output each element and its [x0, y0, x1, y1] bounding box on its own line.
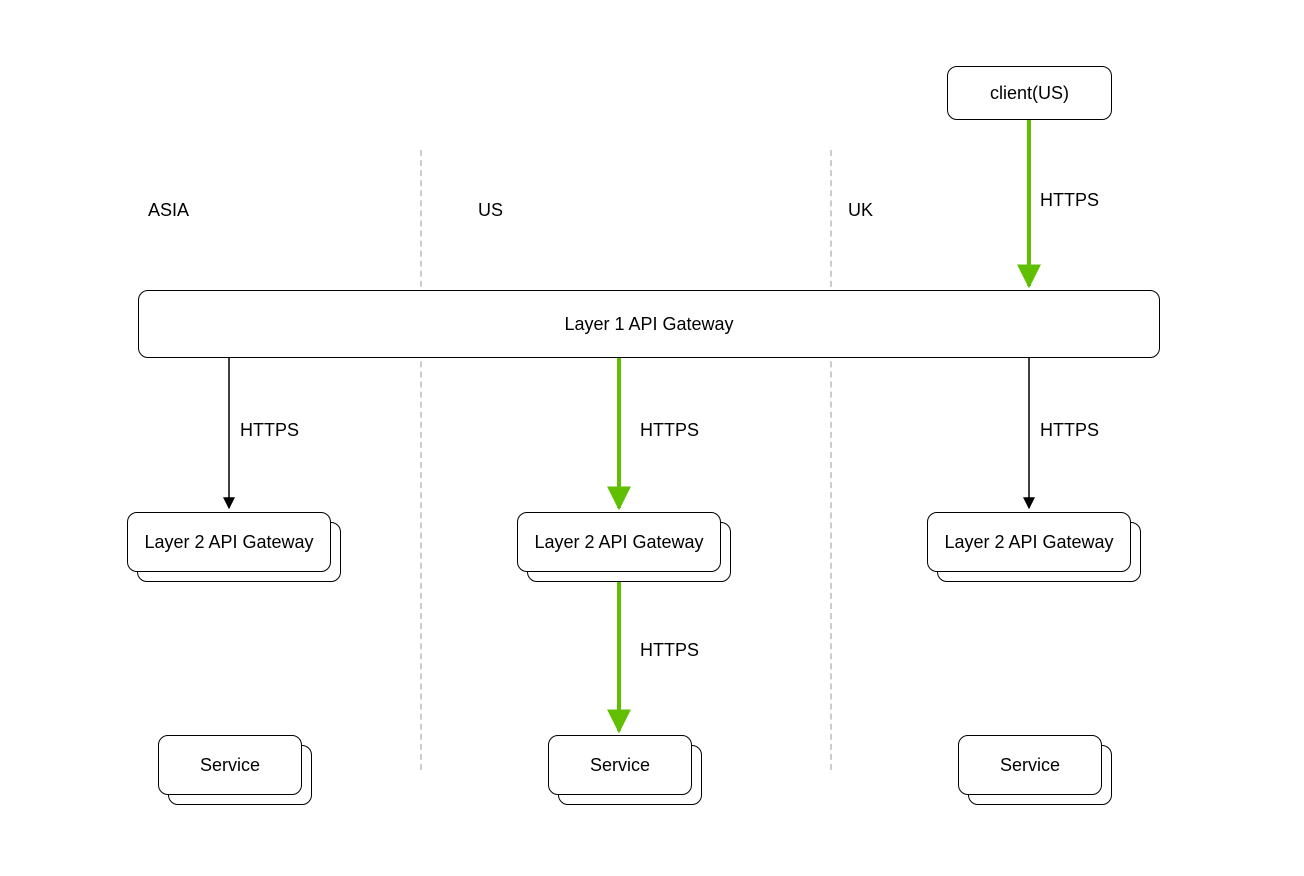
- node-layer2-uk-label: Layer 2 API Gateway: [944, 532, 1113, 553]
- diagram-canvas: ASIA US UK client(US) Layer 1 API Gatewa…: [0, 0, 1304, 876]
- node-service-asia: Service: [158, 735, 312, 805]
- node-layer2-us-label: Layer 2 API Gateway: [534, 532, 703, 553]
- node-layer2-us: Layer 2 API Gateway: [517, 512, 731, 582]
- node-client-label: client(US): [990, 83, 1069, 104]
- edge-label-l1-to-l2-asia: HTTPS: [240, 420, 299, 441]
- region-label-asia: ASIA: [148, 200, 189, 221]
- edge-label-l1-to-l2-us: HTTPS: [640, 420, 699, 441]
- node-layer1-label: Layer 1 API Gateway: [564, 314, 733, 335]
- node-layer2-uk: Layer 2 API Gateway: [927, 512, 1141, 582]
- node-service-uk-label: Service: [1000, 755, 1060, 776]
- node-service-uk: Service: [958, 735, 1112, 805]
- node-client: client(US): [947, 66, 1112, 120]
- divider-asia-us: [420, 150, 422, 770]
- node-service-us: Service: [548, 735, 702, 805]
- node-service-us-label: Service: [590, 755, 650, 776]
- region-label-us: US: [478, 200, 503, 221]
- node-layer2-asia-label: Layer 2 API Gateway: [144, 532, 313, 553]
- divider-us-uk: [830, 150, 832, 770]
- node-layer1-gateway: Layer 1 API Gateway: [138, 290, 1160, 358]
- edge-label-client-to-l1: HTTPS: [1040, 190, 1099, 211]
- node-service-asia-label: Service: [200, 755, 260, 776]
- region-label-uk: UK: [848, 200, 873, 221]
- edge-label-l1-to-l2-uk: HTTPS: [1040, 420, 1099, 441]
- node-layer2-asia: Layer 2 API Gateway: [127, 512, 341, 582]
- edge-label-l2-to-svc-us: HTTPS: [640, 640, 699, 661]
